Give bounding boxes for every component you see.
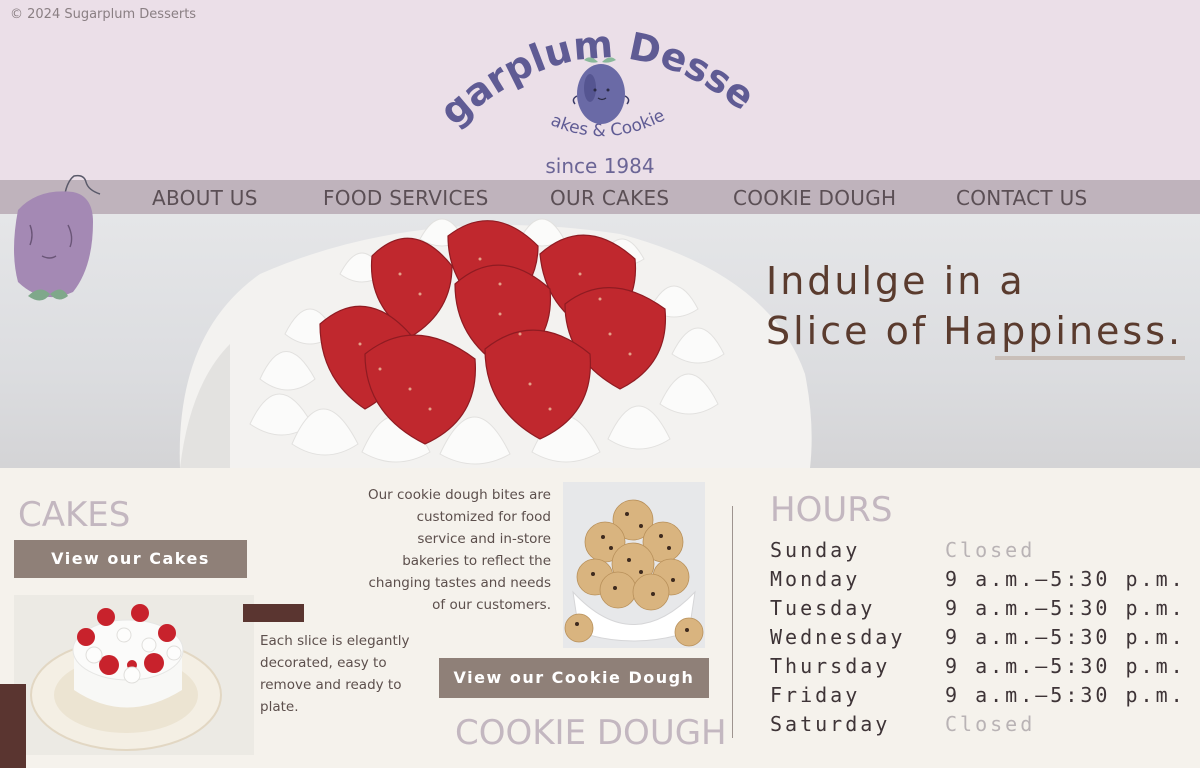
hours-row-thursday: Thursday 9 a.m.–5:30 p.m.	[770, 654, 1190, 683]
hours-title: HOURS	[770, 490, 893, 530]
hero-underline	[995, 356, 1185, 360]
nav-contact-us[interactable]: CONTACT US	[956, 186, 1088, 210]
hours-row-saturday: Saturday Closed	[770, 712, 1190, 741]
hours-day: Sunday	[770, 538, 861, 562]
hours-time: 9 a.m.–5:30 p.m.	[945, 596, 1186, 620]
cookie-dough-title: COOKIE DOUGH	[455, 713, 727, 753]
copyright-text: © 2024 Sugarplum Desserts	[10, 7, 197, 22]
nav-food-services[interactable]: FOOD SERVICES	[323, 186, 489, 210]
cakes-title: CAKES	[18, 495, 131, 535]
hours-row-monday: Monday 9 a.m.–5:30 p.m.	[770, 567, 1190, 596]
hours-day: Friday	[770, 683, 861, 707]
hours-row-sunday: Sunday Closed	[770, 538, 1190, 567]
hours-row-friday: Friday 9 a.m.–5:30 p.m.	[770, 683, 1190, 712]
hours-time: 9 a.m.–5:30 p.m.	[945, 654, 1186, 678]
cakes-description: Each slice is elegantly decorated, easy …	[260, 633, 410, 715]
view-cakes-button[interactable]: View our Cakes	[14, 540, 247, 578]
since-text: since 1984	[545, 154, 655, 178]
cookie-dough-photo	[563, 482, 705, 648]
main-nav: ABOUT US FOOD SERVICES OUR CAKES COOKIE …	[0, 180, 1200, 214]
hours-row-tuesday: Tuesday 9 a.m.–5:30 p.m.	[770, 596, 1190, 625]
accent-bar-side	[0, 684, 26, 768]
view-cookie-dough-button[interactable]: View our Cookie Dough	[439, 658, 709, 698]
cake-photo	[14, 595, 254, 755]
hero-line-2: Slice of Happiness.	[766, 309, 1184, 353]
hero-banner: Indulge in a Slice of Happiness.	[0, 214, 1200, 468]
nav-our-cakes[interactable]: OUR CAKES	[550, 186, 669, 210]
site-logo[interactable]: Sugarplum Desserts Cakes & Cookies since…	[426, 0, 763, 180]
nav-about-us[interactable]: ABOUT US	[152, 186, 258, 210]
hours-time: 9 a.m.–5:30 p.m.	[945, 567, 1186, 591]
hours-day: Monday	[770, 567, 861, 591]
hours-time: Closed	[945, 538, 1036, 562]
cookie-dough-description: Our cookie dough bites are customized fo…	[367, 487, 551, 613]
hours-time: Closed	[945, 712, 1036, 736]
hours-time: 9 a.m.–5:30 p.m.	[945, 625, 1186, 649]
logo-graphic: Sugarplum Desserts Cakes & Cookies	[426, 0, 763, 141]
hours-day: Thursday	[770, 654, 891, 678]
section-divider	[732, 506, 733, 738]
hours-day: Saturday	[770, 712, 891, 736]
hero-line-1: Indulge in a	[766, 259, 1026, 303]
nav-cookie-dough[interactable]: COOKIE DOUGH	[733, 186, 896, 210]
plum-mascot-icon	[14, 174, 101, 301]
hours-day: Wednesday	[770, 625, 906, 649]
hours-row-wednesday: Wednesday 9 a.m.–5:30 p.m.	[770, 625, 1190, 654]
hours-time: 9 a.m.–5:30 p.m.	[945, 683, 1186, 707]
hero-headline: Indulge in a Slice of Happiness.	[766, 256, 1183, 356]
strawberry-cake-image	[179, 218, 812, 468]
hours-day: Tuesday	[770, 596, 876, 620]
accent-bar	[243, 604, 304, 622]
